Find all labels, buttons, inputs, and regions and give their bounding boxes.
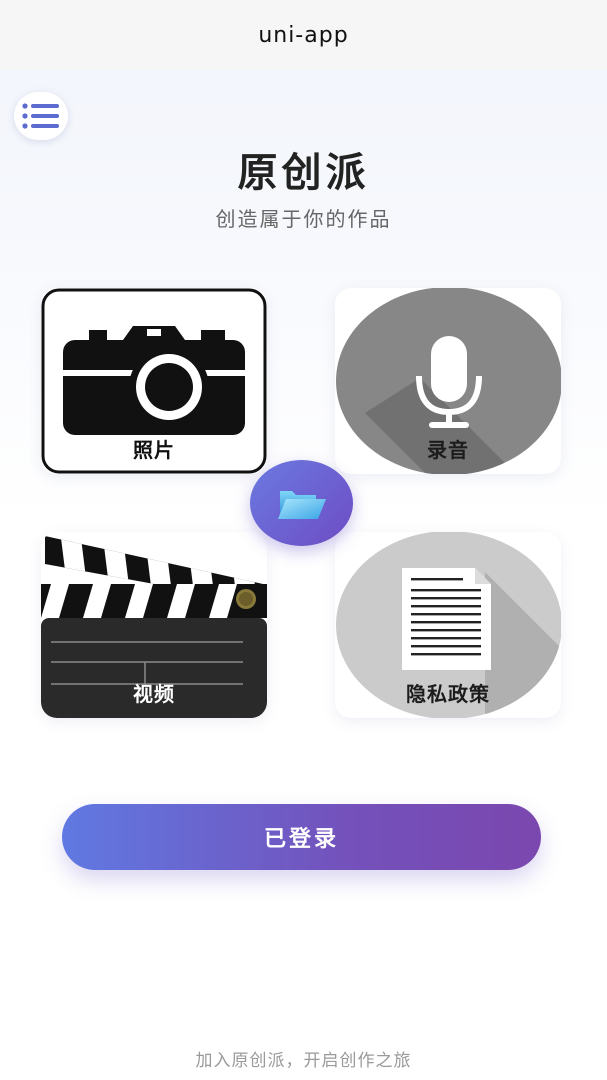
folder-open-icon bbox=[277, 491, 326, 519]
menu-button[interactable] bbox=[14, 92, 68, 140]
card-privacy[interactable]: 隐私政策 bbox=[335, 532, 561, 718]
card-video[interactable]: 视频 bbox=[41, 532, 267, 718]
card-privacy-label: 隐私政策 bbox=[406, 682, 490, 706]
nav-title: uni-app bbox=[258, 22, 349, 48]
app-subtitle: 创造属于你的作品 bbox=[215, 207, 392, 231]
card-video-label: 视频 bbox=[133, 682, 175, 706]
card-audio[interactable]: 录音 bbox=[335, 288, 561, 474]
center-folder-button[interactable] bbox=[250, 460, 353, 546]
navigation-bar: uni-app bbox=[0, 0, 607, 70]
page: uni-app 原创派 创造属于你的作品 照片 录音 视频 隐私政策 已登录 加… bbox=[0, 0, 607, 1080]
card-audio-label: 录音 bbox=[427, 438, 469, 462]
card-photo[interactable]: 照片 bbox=[41, 288, 267, 474]
login-status-button[interactable]: 已登录 bbox=[62, 804, 541, 870]
footer-slogan: 加入原创派，开启创作之旅 bbox=[195, 1051, 412, 1071]
list-menu-icon bbox=[22, 103, 59, 129]
card-photo-label: 照片 bbox=[133, 438, 175, 462]
app-title: 原创派 bbox=[237, 150, 370, 196]
